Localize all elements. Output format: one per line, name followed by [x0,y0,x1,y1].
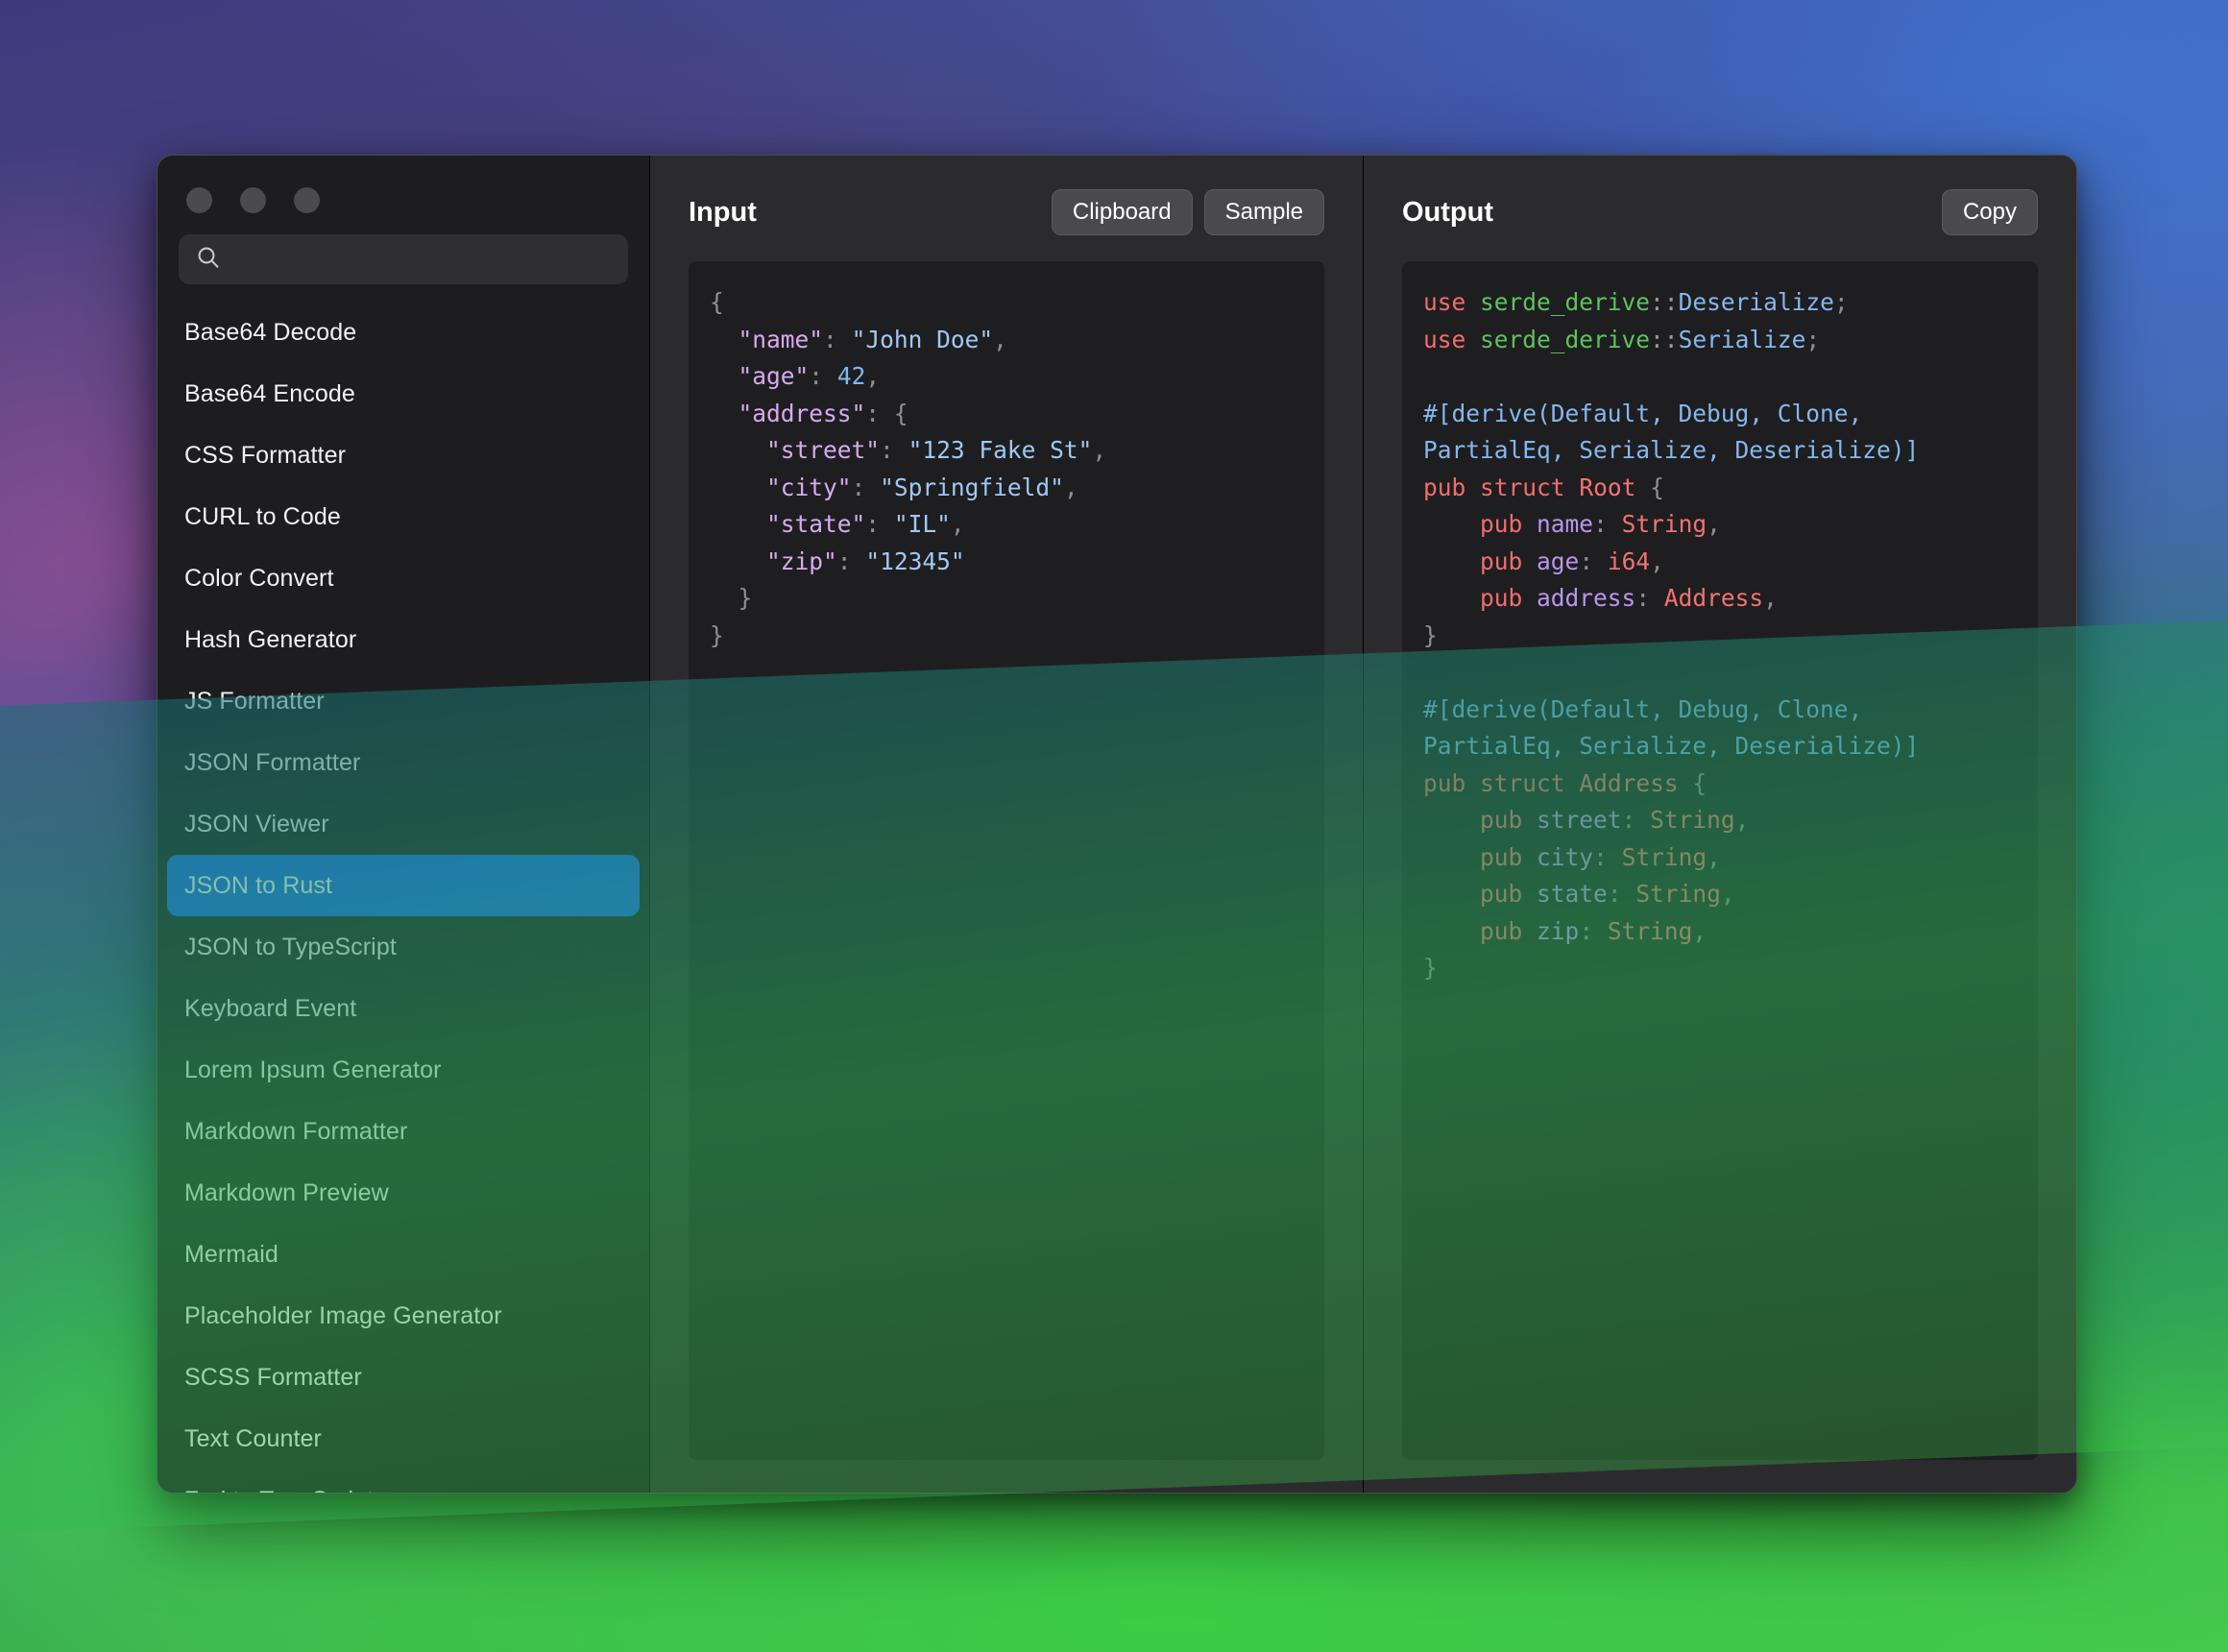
traffic-lights [157,156,649,213]
sidebar-item-markdown-formatter[interactable]: Markdown Formatter [167,1101,640,1162]
sidebar-item-text-counter[interactable]: Text Counter [167,1408,640,1470]
sidebar: Base64 Decode Base64 Encode CSS Formatter C… [157,156,650,1493]
input-panel-header: Input Clipboard Sample [689,182,1324,242]
sidebar-item-json-formatter[interactable]: JSON Formatter [167,732,640,793]
sidebar-item-label: JSON Viewer [184,810,329,838]
sidebar-item-json-to-rust[interactable]: JSON to Rust [167,855,640,916]
output-actions: Copy [1941,189,2038,235]
sample-button[interactable]: Sample [1203,189,1324,235]
sidebar-item-label: Mermaid [184,1240,278,1268]
output-panel-header: Output Copy [1402,182,2038,242]
sidebar-item-keyboard-event[interactable]: Keyboard Event [167,978,640,1039]
sidebar-item-color-convert[interactable]: Color Convert [167,547,640,609]
input-code-editor[interactable]: { "name": "John Doe", "age": 42, "addres… [689,261,1324,1460]
sidebar-item-placeholder-image-generator[interactable]: Placeholder Image Generator [167,1285,640,1347]
minimize-button[interactable] [240,187,266,213]
desktop-wallpaper: Base64 Decode Base64 Encode CSS Formatter C… [0,0,2228,1652]
close-button[interactable] [186,187,212,213]
sidebar-item-label: JS Formatter [184,687,325,715]
sidebar-item-label: Base64 Decode [184,318,357,346]
app-window: Base64 Decode Base64 Encode CSS Formatter C… [157,155,2077,1494]
zoom-button[interactable] [294,187,320,213]
search-icon [196,245,221,275]
sidebar-item-base64-decode[interactable]: Base64 Decode [167,302,640,363]
output-panel: Output Copy use serde_derive::Deserializ… [1363,156,2076,1493]
sidebar-item-label: Lorem Ipsum Generator [184,1056,442,1083]
sidebar-item-css-formatter[interactable]: CSS Formatter [167,425,640,486]
sidebar-item-base64-encode[interactable]: Base64 Encode [167,363,640,425]
sidebar-item-label: Placeholder Image Generator [184,1301,502,1329]
tool-list: Base64 Decode Base64 Encode CSS Formatter C… [157,290,649,1493]
sidebar-item-lorem-ipsum-generator[interactable]: Lorem Ipsum Generator [167,1039,640,1101]
sidebar-item-label: Keyboard Event [184,994,357,1022]
sidebar-item-label: CURL to Code [184,502,341,530]
sidebar-item-scss-formatter[interactable]: SCSS Formatter [167,1347,640,1408]
sidebar-item-mermaid[interactable]: Mermaid [167,1224,640,1285]
input-actions: Clipboard Sample [1051,189,1324,235]
sidebar-item-label: Base64 Encode [184,379,355,407]
search-container [157,213,649,290]
sidebar-item-curl-to-code[interactable]: CURL to Code [167,486,640,547]
output-panel-title: Output [1402,196,1494,228]
sidebar-item-label: Markdown Formatter [184,1117,408,1145]
sidebar-item-markdown-preview[interactable]: Markdown Preview [167,1162,640,1224]
sidebar-item-label: JSON to Rust [184,871,333,899]
input-panel: Input Clipboard Sample { "name": "John D… [650,156,1363,1493]
clipboard-button[interactable]: Clipboard [1051,189,1193,235]
sidebar-item-label: Hash Generator [184,625,357,653]
copy-button[interactable]: Copy [1941,189,2038,235]
sidebar-item-label: Markdown Preview [184,1178,389,1206]
sidebar-item-label: JSON Formatter [184,748,361,776]
sidebar-item-label: CSS Formatter [184,441,346,469]
sidebar-item-json-to-typescript[interactable]: JSON to TypeScript [167,916,640,978]
sidebar-item-json-viewer[interactable]: JSON Viewer [167,793,640,855]
sidebar-item-label: Color Convert [184,564,334,592]
sidebar-item-label: SCSS Formatter [184,1363,362,1391]
input-panel-title: Input [689,196,757,228]
sidebar-item-js-formatter[interactable]: JS Formatter [167,670,640,732]
output-code-view[interactable]: use serde_derive::Deserialize; use serde… [1402,261,2038,1460]
sidebar-item-zod-to-typescript[interactable]: Zod to TypeScript [167,1470,640,1494]
search-input[interactable] [232,247,611,272]
search-box[interactable] [179,234,628,284]
sidebar-item-label: Text Counter [184,1424,322,1452]
sidebar-item-label: JSON to TypeScript [184,933,397,960]
sidebar-item-hash-generator[interactable]: Hash Generator [167,609,640,670]
sidebar-item-label: Zod to TypeScript [184,1487,374,1494]
